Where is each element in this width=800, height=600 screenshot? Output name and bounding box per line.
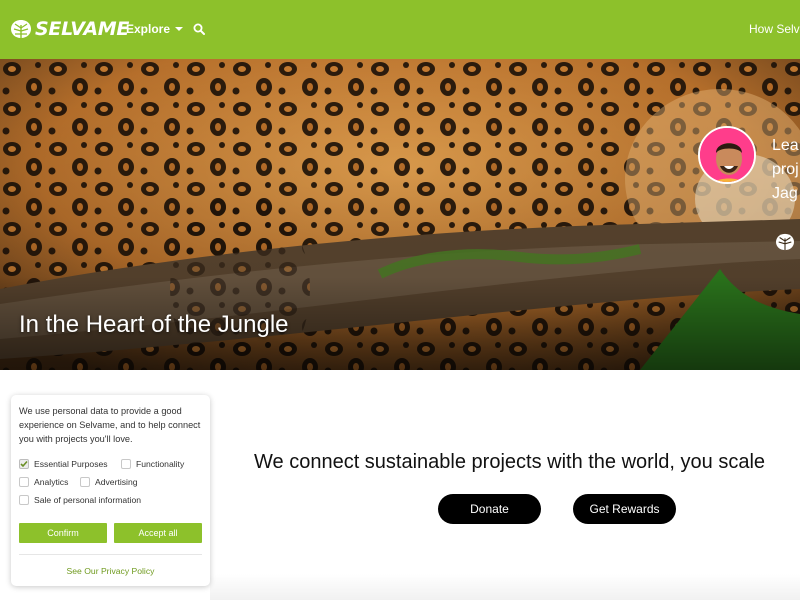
brand-name: SELVAME <box>35 18 130 40</box>
brand-logo[interactable]: SELVAME <box>10 18 129 40</box>
privacy-policy-link[interactable]: See Our Privacy Policy <box>11 566 210 576</box>
checkbox[interactable] <box>19 477 29 487</box>
explore-menu-button[interactable]: Explore <box>126 22 184 36</box>
cookie-consent-panel: We use personal data to provide a good e… <box>11 395 210 586</box>
search-icon <box>193 23 205 35</box>
search-button[interactable] <box>193 22 205 40</box>
checkbox[interactable] <box>121 459 131 469</box>
consent-option-functionality[interactable]: Functionality <box>121 459 184 469</box>
story-teaser[interactable]: Lea proj Jag <box>772 134 799 206</box>
monstera-leaf-icon <box>776 233 794 251</box>
monstera-leaf-icon <box>11 20 31 38</box>
story-line: Jag <box>772 185 798 202</box>
option-label: Functionality <box>136 459 185 469</box>
option-label: Advertising <box>95 477 138 487</box>
mission-tagline: We connect sustainable projects with the… <box>254 451 766 473</box>
accept-all-button[interactable]: Accept all <box>114 523 202 543</box>
hero-title: In the Heart of the Jungle <box>19 311 289 338</box>
option-label: Analytics <box>34 477 69 487</box>
page-fade <box>210 574 800 600</box>
explore-label: Explore <box>126 22 171 36</box>
story-line: proj <box>772 161 799 178</box>
option-label: Essential Purposes <box>34 459 108 469</box>
consent-option-sale-of-data[interactable]: Sale of personal information <box>19 495 141 505</box>
storyteller-avatar[interactable] <box>698 126 756 184</box>
confirm-button[interactable]: Confirm <box>19 523 107 543</box>
story-line: Lea <box>772 137 799 154</box>
consent-option-analytics[interactable]: Analytics <box>19 477 68 487</box>
checkbox[interactable] <box>80 477 90 487</box>
cookie-message: We use personal data to provide a good e… <box>19 406 201 444</box>
chevron-down-icon <box>175 27 184 31</box>
top-navigation-bar: SELVAME Explore How Selva <box>0 0 800 59</box>
consent-option-advertising[interactable]: Advertising <box>80 477 138 487</box>
get-rewards-button[interactable]: Get Rewards <box>573 494 676 524</box>
divider <box>19 554 202 555</box>
option-label: Sale of personal information <box>34 495 142 505</box>
checkmark-icon <box>20 460 28 468</box>
checkbox[interactable] <box>19 495 29 505</box>
checkbox[interactable] <box>19 459 29 469</box>
donate-button[interactable]: Donate <box>438 494 541 524</box>
hero-banner: In the Heart of the Jungle Lea proj Jag <box>0 59 800 370</box>
how-it-works-link[interactable]: How Selva <box>749 22 800 36</box>
consent-option-essential[interactable]: Essential Purposes <box>19 459 108 469</box>
